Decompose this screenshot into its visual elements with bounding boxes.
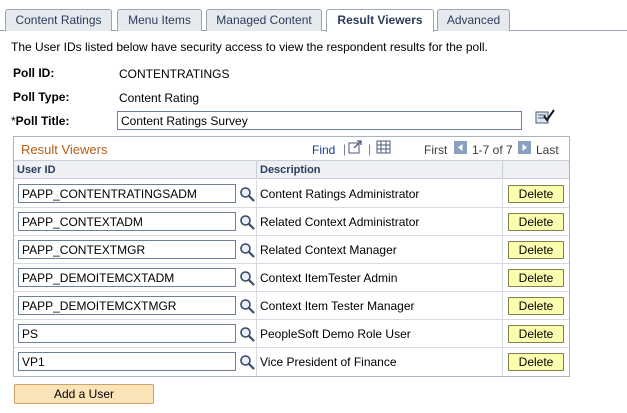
find-link[interactable]: Find xyxy=(312,143,335,157)
cell-divider xyxy=(502,292,503,320)
cell-divider xyxy=(256,236,257,264)
delete-button[interactable]: Delete xyxy=(508,269,564,287)
column-header-actions xyxy=(503,161,569,179)
user-id-input[interactable] xyxy=(18,296,236,315)
user-id-input[interactable] xyxy=(18,324,236,343)
intro-text: The User IDs listed below have security … xyxy=(11,40,488,54)
description-text: Context ItemTester Admin xyxy=(260,271,398,285)
table-row: Context Item Tester Manager Delete xyxy=(14,292,569,320)
table-row: Context ItemTester Admin Delete xyxy=(14,264,569,292)
column-header-description: Description xyxy=(257,161,503,179)
lookup-icon[interactable] xyxy=(239,214,255,230)
poll-title-input[interactable] xyxy=(117,111,522,130)
lookup-icon[interactable] xyxy=(239,242,255,258)
cell-divider xyxy=(502,180,503,208)
view-all-icon[interactable] xyxy=(348,140,363,154)
cell-divider xyxy=(256,292,257,320)
user-id-input[interactable] xyxy=(18,184,236,203)
table-row: Content Ratings Administrator Delete xyxy=(14,180,569,208)
result-viewers-grid: Result Viewers Find | | First 1-7 of 7 L… xyxy=(13,136,570,377)
add-user-button[interactable]: Add a User xyxy=(14,384,154,404)
nav-separator: | xyxy=(368,142,372,156)
nav-separator: | xyxy=(343,142,347,156)
poll-type-value: Content Rating xyxy=(119,91,200,105)
user-id-input[interactable] xyxy=(18,352,236,371)
grid-title: Result Viewers xyxy=(21,142,108,157)
tab-advanced[interactable]: Advanced xyxy=(437,9,510,31)
row-range-label: 1-7 of 7 xyxy=(472,143,513,157)
poll-title-label: Poll Title: xyxy=(15,114,70,128)
delete-button[interactable]: Delete xyxy=(508,297,564,315)
cell-divider xyxy=(256,348,257,376)
user-id-input[interactable] xyxy=(18,240,236,259)
lookup-icon[interactable] xyxy=(239,186,255,202)
delete-button[interactable]: Delete xyxy=(508,353,564,371)
cell-divider xyxy=(502,208,503,236)
grid-header-bar: Result Viewers Find | | First 1-7 of 7 L… xyxy=(14,137,569,161)
lookup-icon[interactable] xyxy=(239,354,255,370)
description-text: Vice President of Finance xyxy=(260,355,397,369)
poll-title-label-wrap: *Poll Title: xyxy=(11,114,69,128)
poll-type-label: Poll Type: xyxy=(13,90,70,104)
description-text: Context Item Tester Manager xyxy=(260,299,415,313)
tab-content-ratings[interactable]: Content Ratings xyxy=(5,9,112,31)
table-row: Related Context Manager Delete xyxy=(14,236,569,264)
user-id-input[interactable] xyxy=(18,268,236,287)
first-label: First xyxy=(424,143,448,157)
delete-button[interactable]: Delete xyxy=(508,325,564,343)
description-text: Related Context Manager xyxy=(260,243,397,257)
cell-divider xyxy=(256,208,257,236)
tab-result-viewers[interactable]: Result Viewers xyxy=(326,9,434,32)
lookup-icon[interactable] xyxy=(239,270,255,286)
poll-id-label: Poll ID: xyxy=(13,66,55,80)
lookup-icon[interactable] xyxy=(239,326,255,342)
cell-divider xyxy=(502,236,503,264)
cell-divider xyxy=(256,320,257,348)
cell-divider xyxy=(502,320,503,348)
spell-check-icon[interactable] xyxy=(535,108,555,126)
lookup-icon[interactable] xyxy=(239,298,255,314)
cell-divider xyxy=(256,180,257,208)
delete-button[interactable]: Delete xyxy=(508,213,564,231)
cell-divider xyxy=(256,264,257,292)
cell-divider xyxy=(502,348,503,376)
column-header-user-id: User ID xyxy=(14,161,257,179)
poll-id-value: CONTENTRATINGS xyxy=(119,67,230,81)
last-label: Last xyxy=(536,143,559,157)
table-row: Related Context Administrator Delete xyxy=(14,208,569,236)
cell-divider xyxy=(502,264,503,292)
delete-button[interactable]: Delete xyxy=(508,185,564,203)
description-text: Related Context Administrator xyxy=(260,215,420,229)
tab-menu-items[interactable]: Menu Items xyxy=(117,9,202,31)
tab-managed-content[interactable]: Managed Content xyxy=(206,9,322,31)
description-text: PeopleSoft Demo Role User xyxy=(260,327,411,341)
description-text: Content Ratings Administrator xyxy=(260,187,420,201)
table-row: Vice President of Finance Delete xyxy=(14,348,569,376)
tab-bar: Content Ratings Menu Items Managed Conte… xyxy=(0,9,627,32)
delete-button[interactable]: Delete xyxy=(508,241,564,259)
download-grid-icon[interactable] xyxy=(376,140,391,154)
user-id-input[interactable] xyxy=(18,212,236,231)
previous-page-icon[interactable] xyxy=(454,141,467,154)
table-row: PeopleSoft Demo Role User Delete xyxy=(14,320,569,348)
next-page-icon[interactable] xyxy=(518,141,531,154)
